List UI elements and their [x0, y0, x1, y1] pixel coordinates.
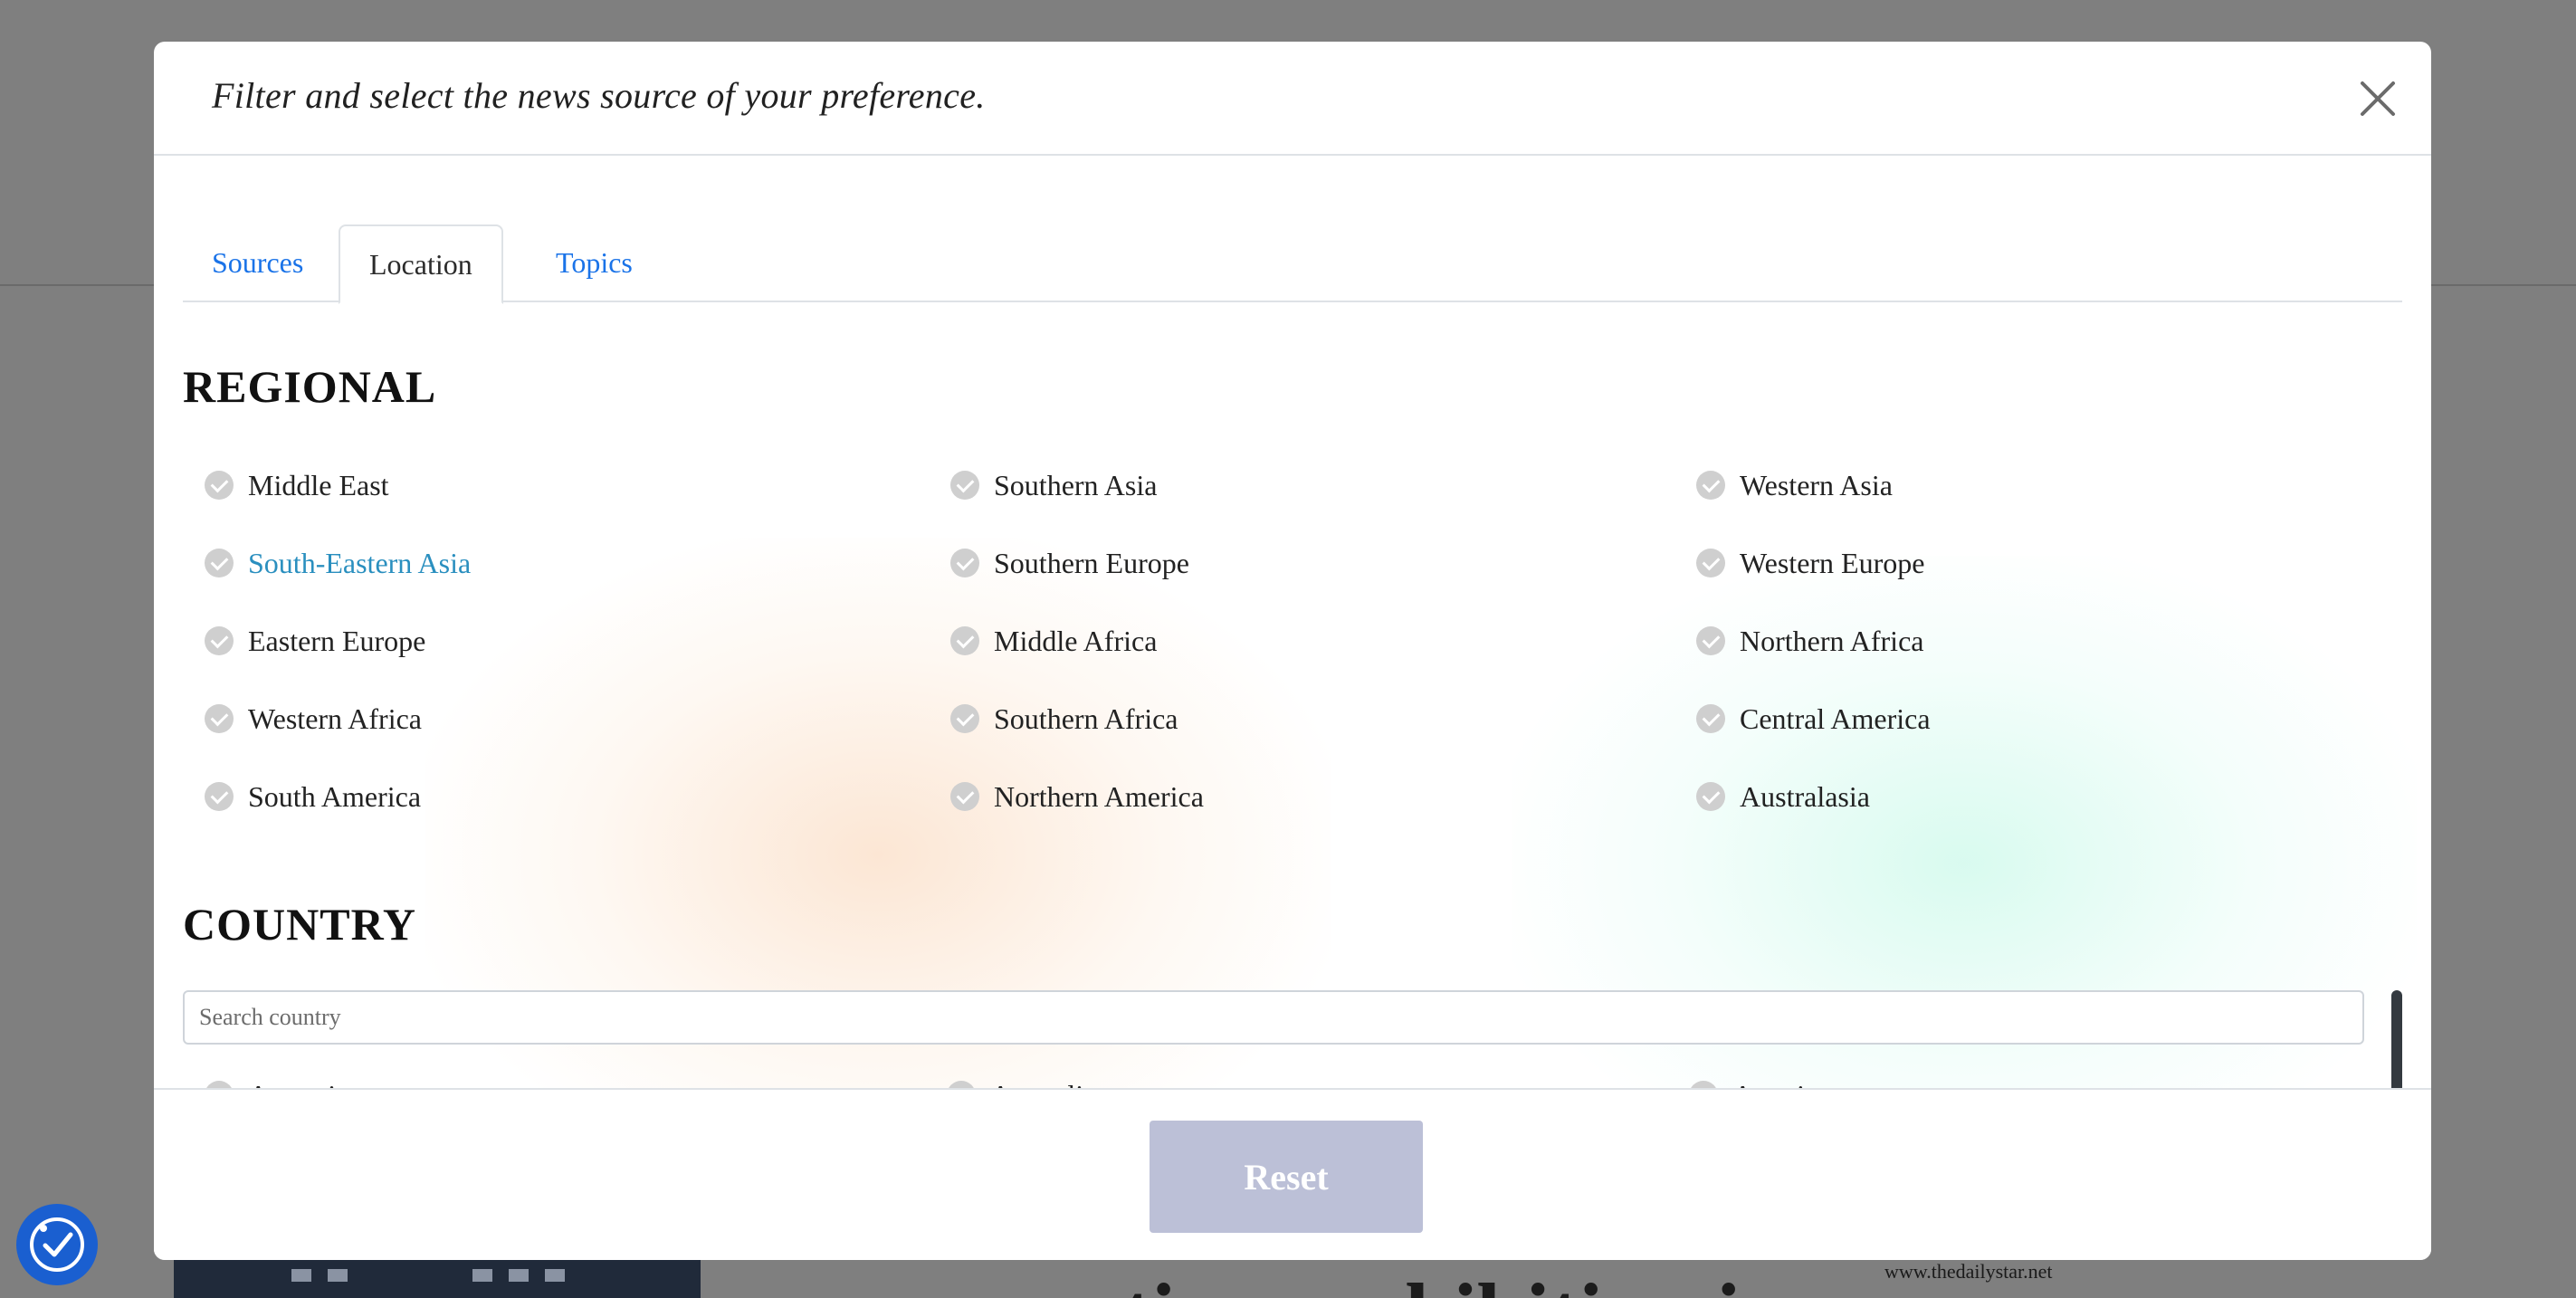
region-label: Australasia — [1740, 779, 1870, 813]
region-label: Southern Europe — [994, 546, 1189, 579]
region-item[interactable]: Southern Europe — [950, 541, 1189, 585]
region-label: Northern Africa — [1740, 624, 1924, 657]
region-item[interactable]: Middle Africa — [950, 619, 1157, 663]
close-button[interactable] — [2355, 76, 2400, 121]
region-item[interactable]: South America — [205, 775, 421, 818]
check-icon — [1696, 471, 1725, 500]
background-article-headline: tings exhibition i — [1122, 1260, 1741, 1298]
check-icon — [205, 782, 234, 811]
region-label: South America — [248, 779, 422, 813]
filter-modal: Filter and select the news source of you… — [154, 42, 2431, 1260]
region-item[interactable]: Australasia — [1696, 775, 1870, 818]
region-label: Eastern Europe — [248, 624, 426, 657]
location-panel: REGIONAL Middle East Southern Asia Weste… — [154, 302, 2431, 1131]
regional-heading: REGIONAL — [183, 361, 437, 412]
accessibility-icon — [30, 1217, 84, 1272]
check-icon — [1696, 782, 1725, 811]
decorative-gradient — [1512, 556, 2417, 1131]
modal-header: Filter and select the news source of you… — [154, 42, 2431, 156]
region-item[interactable]: Northern Africa — [1696, 619, 1923, 663]
region-item[interactable]: Western Europe — [1696, 541, 1924, 585]
accessibility-button[interactable] — [16, 1204, 98, 1285]
check-icon — [205, 471, 234, 500]
background-article-thumbnail — [174, 1260, 701, 1298]
region-item[interactable]: Western Asia — [1696, 463, 1893, 507]
modal-footer: Reset — [154, 1088, 2431, 1260]
tab-location[interactable]: Location — [339, 224, 503, 304]
region-label: Western Asia — [1740, 468, 1893, 501]
region-item-highlighted[interactable]: South-Eastern Asia — [205, 541, 471, 585]
check-icon — [950, 549, 979, 577]
reset-button[interactable]: Reset — [1150, 1121, 1423, 1233]
close-icon — [2361, 81, 2395, 116]
region-label: Northern America — [994, 779, 1204, 813]
region-item[interactable]: Western Africa — [205, 697, 422, 740]
check-icon — [950, 704, 979, 733]
country-heading: COUNTRY — [183, 899, 417, 950]
check-icon — [950, 471, 979, 500]
filter-tabs: Sources Location Topics — [183, 185, 2402, 304]
modal-title: Filter and select the news source of you… — [212, 75, 986, 116]
region-label: Western Africa — [248, 701, 422, 735]
check-icon — [1696, 549, 1725, 577]
check-icon — [950, 782, 979, 811]
region-item[interactable]: Central America — [1696, 697, 1931, 740]
check-icon — [205, 626, 234, 655]
region-item[interactable]: Middle East — [205, 463, 389, 507]
tab-sources[interactable]: Sources — [183, 224, 332, 302]
region-item[interactable]: Eastern Europe — [205, 619, 425, 663]
check-icon — [205, 549, 234, 577]
tab-topics[interactable]: Topics — [527, 224, 662, 302]
background-article-domain: www.thedailystar.net — [1884, 1260, 2053, 1283]
region-item[interactable]: Southern Africa — [950, 697, 1178, 740]
check-icon — [205, 704, 234, 733]
region-label: Southern Africa — [994, 701, 1178, 735]
region-label: Middle Africa — [994, 624, 1158, 657]
region-label: Central America — [1740, 701, 1931, 735]
region-label: Southern Asia — [994, 468, 1158, 501]
region-item[interactable]: Southern Asia — [950, 463, 1157, 507]
country-search-input[interactable] — [183, 990, 2364, 1045]
check-icon — [950, 626, 979, 655]
region-label: South-Eastern Asia — [248, 546, 472, 579]
check-icon — [1696, 704, 1725, 733]
region-item[interactable]: Northern America — [950, 775, 1204, 818]
check-icon — [1696, 626, 1725, 655]
region-label: Middle East — [248, 468, 389, 501]
region-label: Western Europe — [1740, 546, 1925, 579]
